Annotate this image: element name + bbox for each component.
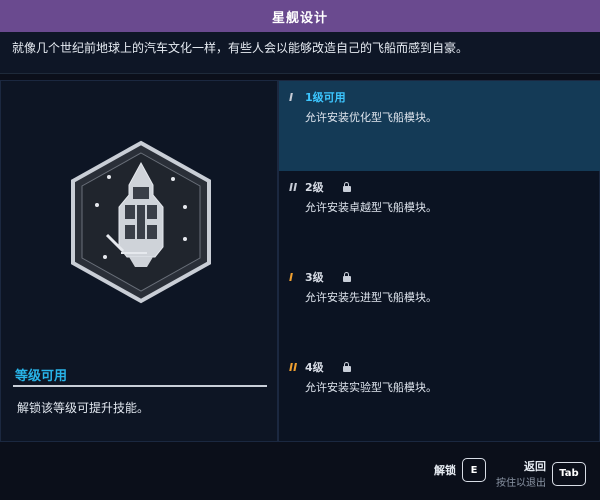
ship-hull-badge-icon bbox=[71, 140, 211, 304]
back-label-group: 返回 按住以退出 bbox=[496, 458, 546, 489]
skill-detail-panel: 等级可用 解锁该等级可提升技能。 bbox=[0, 80, 278, 442]
tier-name: 3级 bbox=[305, 271, 324, 284]
level-status: 等级可用 bbox=[15, 369, 68, 384]
back-label: 返回 bbox=[524, 460, 546, 473]
unlock-label: 解锁 bbox=[434, 464, 456, 477]
tier-row-3[interactable]: I 3级 允许安装先进型飞船模块。 bbox=[279, 261, 600, 351]
tier-marker: I bbox=[289, 90, 294, 104]
tier-row-2[interactable]: II 2级 允许安装卓越型飞船模块。 bbox=[279, 171, 600, 261]
tier-marker: II bbox=[289, 180, 298, 194]
level-description: 解锁该等级可提升技能。 bbox=[17, 401, 150, 415]
tier-description: 允许安装优化型飞船模块。 bbox=[305, 111, 437, 124]
back-button[interactable]: 返回 按住以退出 Tab bbox=[496, 458, 586, 489]
page-title: 星舰设计 bbox=[271, 10, 328, 26]
lock-icon bbox=[342, 272, 352, 282]
tier-description: 允许安装先进型飞船模块。 bbox=[305, 291, 437, 304]
tier-marker: II bbox=[289, 360, 298, 374]
footer-bar: 解锁 E 返回 按住以退出 Tab bbox=[0, 442, 600, 500]
tier-name: 1级可用 bbox=[305, 91, 346, 104]
skill-description: 就像几个世纪前地球上的汽车文化一样，有些人会以能够改造自己的飞船而感到自豪。 bbox=[0, 32, 600, 74]
unlock-button[interactable]: 解锁 E bbox=[434, 458, 486, 482]
tier-marker: I bbox=[289, 270, 294, 284]
back-key: Tab bbox=[552, 461, 586, 486]
level-divider bbox=[13, 385, 267, 387]
tier-name: 4级 bbox=[305, 361, 324, 374]
back-sublabel: 按住以退出 bbox=[496, 478, 546, 489]
lock-icon bbox=[342, 362, 352, 372]
title-bar: 星舰设计 bbox=[0, 0, 600, 32]
tier-list: I 1级可用 允许安装优化型飞船模块。 II 2级 允许安装卓越型飞船模块。 I… bbox=[278, 80, 600, 442]
tier-description: 允许安装卓越型飞船模块。 bbox=[305, 201, 437, 214]
lock-icon bbox=[342, 182, 352, 192]
tier-row-1[interactable]: I 1级可用 允许安装优化型飞船模块。 bbox=[279, 81, 600, 171]
unlock-key: E bbox=[462, 458, 486, 482]
tier-row-4[interactable]: II 4级 允许安装实验型飞船模块。 bbox=[279, 351, 600, 441]
tier-name: 2级 bbox=[305, 181, 324, 194]
tier-description: 允许安装实验型飞船模块。 bbox=[305, 381, 437, 394]
